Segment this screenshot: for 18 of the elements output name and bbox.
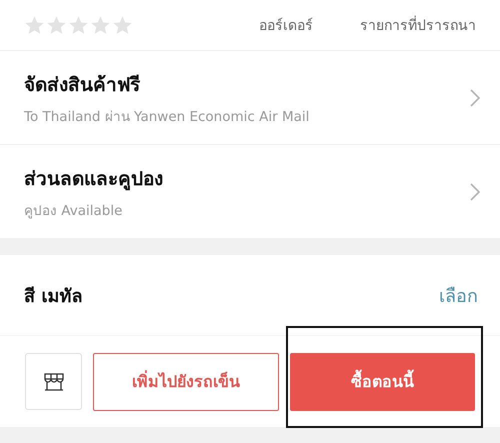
row-title: จัดส่งสินค้าฟรี	[24, 72, 142, 98]
star-icon	[68, 14, 89, 36]
row-title: ส่วนลดและคูปอง	[24, 166, 164, 192]
add-to-cart-button[interactable]: เพิ่มไปยังรถเข็น	[93, 352, 279, 410]
row-subtitle: To Thailand ผ่าน Yanwen Economic Air Mail	[24, 108, 310, 126]
star-icon	[112, 14, 133, 36]
row-subtitle: คูปอง Available	[24, 202, 124, 220]
star-icon	[24, 14, 45, 36]
chevron-right-icon[interactable]	[470, 182, 480, 200]
star-icon	[90, 14, 111, 36]
buy-now-button[interactable]: ซื้อตอนนี้	[290, 352, 475, 410]
star-icon	[46, 14, 67, 36]
color-label: สี เมทัล	[24, 284, 82, 308]
store-button[interactable]	[25, 353, 82, 410]
stat-label[interactable]: ออร์เดอร์	[259, 14, 313, 36]
chevron-right-icon[interactable]	[470, 88, 480, 106]
stat-label[interactable]: รายการที่ปรารถนา	[360, 14, 476, 36]
select-link[interactable]: เลือก	[439, 280, 478, 310]
